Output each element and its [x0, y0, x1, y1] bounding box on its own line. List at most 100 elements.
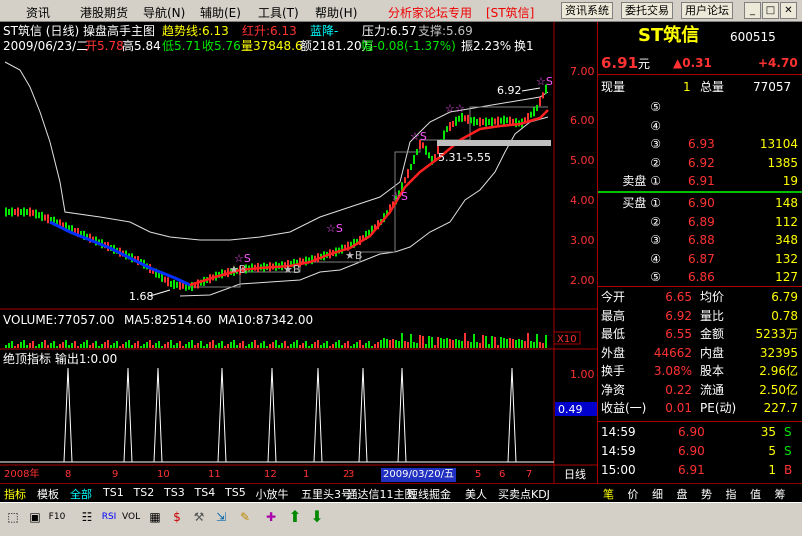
indicator-spike — [63, 367, 73, 463]
candle — [170, 281, 172, 287]
volume-bar — [350, 346, 352, 348]
chart-area[interactable]: ST筑信 (日线) 操盘高手主图 趋势线:6.13 红升:6.13 蓝降- 压力… — [0, 22, 597, 483]
menu-help[interactable]: 帮助(H) — [315, 4, 357, 21]
export-icon[interactable]: ⇲ — [212, 508, 230, 526]
minimize-icon[interactable]: _ — [744, 2, 761, 19]
tab-10[interactable]: 通达信11主图 — [347, 486, 416, 502]
quote-tab-5[interactable]: 指 — [726, 486, 737, 502]
indicator-spike — [358, 367, 368, 463]
menu-navigate[interactable]: 导航(N) — [143, 4, 185, 21]
date-tick: 11 — [208, 469, 221, 480]
tab-9[interactable]: 五里头3号 — [301, 486, 352, 502]
stat-label: 收益(一) — [601, 401, 647, 415]
quote-tab-7[interactable]: 筹 — [775, 486, 786, 502]
volume-bar — [119, 346, 121, 348]
chart-icon[interactable]: ⬚ — [4, 508, 22, 526]
tab-11[interactable]: 短线掘金 — [407, 486, 451, 502]
volume-bar — [83, 342, 85, 348]
cross-icon[interactable]: ✚ — [262, 508, 280, 526]
window-icon[interactable]: ▣ — [26, 508, 44, 526]
f10-icon[interactable]: F10 — [48, 508, 66, 526]
volume-bar — [26, 345, 28, 348]
volume-bar — [158, 341, 160, 348]
sell-price: 6.92 — [688, 155, 715, 170]
volume-bar — [293, 342, 295, 348]
sell-level-label: 卖盘 ① — [622, 174, 661, 188]
restore-icon[interactable]: □ — [762, 2, 779, 19]
buy-level-label: ② — [650, 214, 661, 229]
candle — [488, 119, 490, 125]
tab-2[interactable]: 全部 — [70, 486, 92, 502]
candle — [464, 115, 466, 122]
volume-bar — [479, 343, 481, 348]
tab-13[interactable]: 买卖点KDJ — [498, 486, 550, 502]
volume-bar — [128, 340, 130, 348]
quote-tab-3[interactable]: 盘 — [677, 486, 688, 502]
candle — [167, 277, 169, 287]
volume-bar — [179, 341, 181, 348]
volume-bar — [41, 342, 43, 348]
candle — [416, 149, 418, 155]
price-tick: 2.00 — [570, 274, 595, 287]
period-label[interactable]: 日线 — [564, 468, 586, 482]
tab-6[interactable]: TS4 — [195, 486, 216, 499]
rsi-icon[interactable]: RSI — [100, 508, 118, 526]
menu-tools[interactable]: 工具(T) — [258, 4, 299, 21]
candle — [47, 214, 49, 224]
menu-news[interactable]: 资讯 — [26, 4, 50, 21]
tab-0[interactable]: 指标 — [4, 486, 26, 502]
tab-1[interactable]: 模板 — [37, 486, 59, 502]
volume-bars — [5, 333, 547, 348]
volume-bar — [374, 344, 376, 348]
volume-bar — [470, 342, 472, 348]
tick-side: S — [784, 425, 792, 439]
quote-tab-2[interactable]: 细 — [652, 486, 663, 502]
vol-icon[interactable]: VOL — [122, 508, 140, 526]
stat-label: 股本 — [700, 364, 725, 378]
volume-bar — [215, 345, 217, 348]
volume-bar — [56, 346, 58, 348]
date-tick: 3 — [348, 469, 355, 480]
indicator-spike — [397, 367, 407, 463]
ma10-label: MA10:87342.00 — [218, 313, 314, 327]
menu-assist[interactable]: 辅助(E) — [200, 4, 241, 21]
tab-5[interactable]: TS3 — [164, 486, 185, 499]
volume-bar — [500, 337, 502, 348]
volume-bar — [173, 345, 175, 348]
volume-bar — [149, 340, 151, 348]
candle — [422, 142, 424, 149]
volume-bar — [134, 343, 136, 348]
dollar-icon[interactable]: $ — [168, 508, 186, 526]
menu-hk-futures[interactable]: 港股期货 — [80, 4, 128, 21]
tab-8[interactable]: 小放牛 — [256, 486, 289, 502]
candle — [449, 122, 451, 132]
news-system-button[interactable]: 资讯系统 — [561, 2, 613, 19]
tab-7[interactable]: TS5 — [225, 486, 246, 499]
quote-tab-4[interactable]: 势 — [701, 486, 712, 502]
close-icon[interactable]: ✕ — [780, 2, 797, 19]
grid-icon[interactable]: ▦ — [146, 508, 164, 526]
arrow-down-icon[interactable]: ⬇ — [308, 508, 326, 526]
tab-4[interactable]: TS2 — [134, 486, 155, 499]
candle — [473, 116, 475, 126]
tools-icon[interactable]: ⚒ — [190, 508, 208, 526]
volume-bar — [227, 344, 229, 348]
quote-tab-1[interactable]: 价 — [628, 486, 639, 502]
volume-bar — [416, 343, 418, 348]
volume-bar — [254, 340, 256, 348]
volume-bar — [290, 344, 292, 348]
volume-bar — [359, 340, 361, 348]
volume-bar — [137, 341, 139, 348]
tab-3[interactable]: TS1 — [103, 486, 124, 499]
forum-button[interactable]: 用户论坛 — [681, 2, 733, 19]
tab-12[interactable]: 美人 — [465, 486, 487, 502]
quote-tab-6[interactable]: 值 — [750, 486, 761, 502]
marker-buy-b: ★B — [283, 263, 300, 276]
pencil-icon[interactable]: ✎ — [236, 508, 254, 526]
volume-bar — [221, 341, 223, 348]
volume-bar — [482, 335, 484, 348]
arrow-up-icon[interactable]: ⬆ — [286, 508, 304, 526]
trade-button[interactable]: 委托交易 — [621, 2, 673, 19]
list-icon[interactable]: ☷ — [78, 508, 96, 526]
quote-tab-0[interactable]: 笔 — [603, 486, 614, 502]
